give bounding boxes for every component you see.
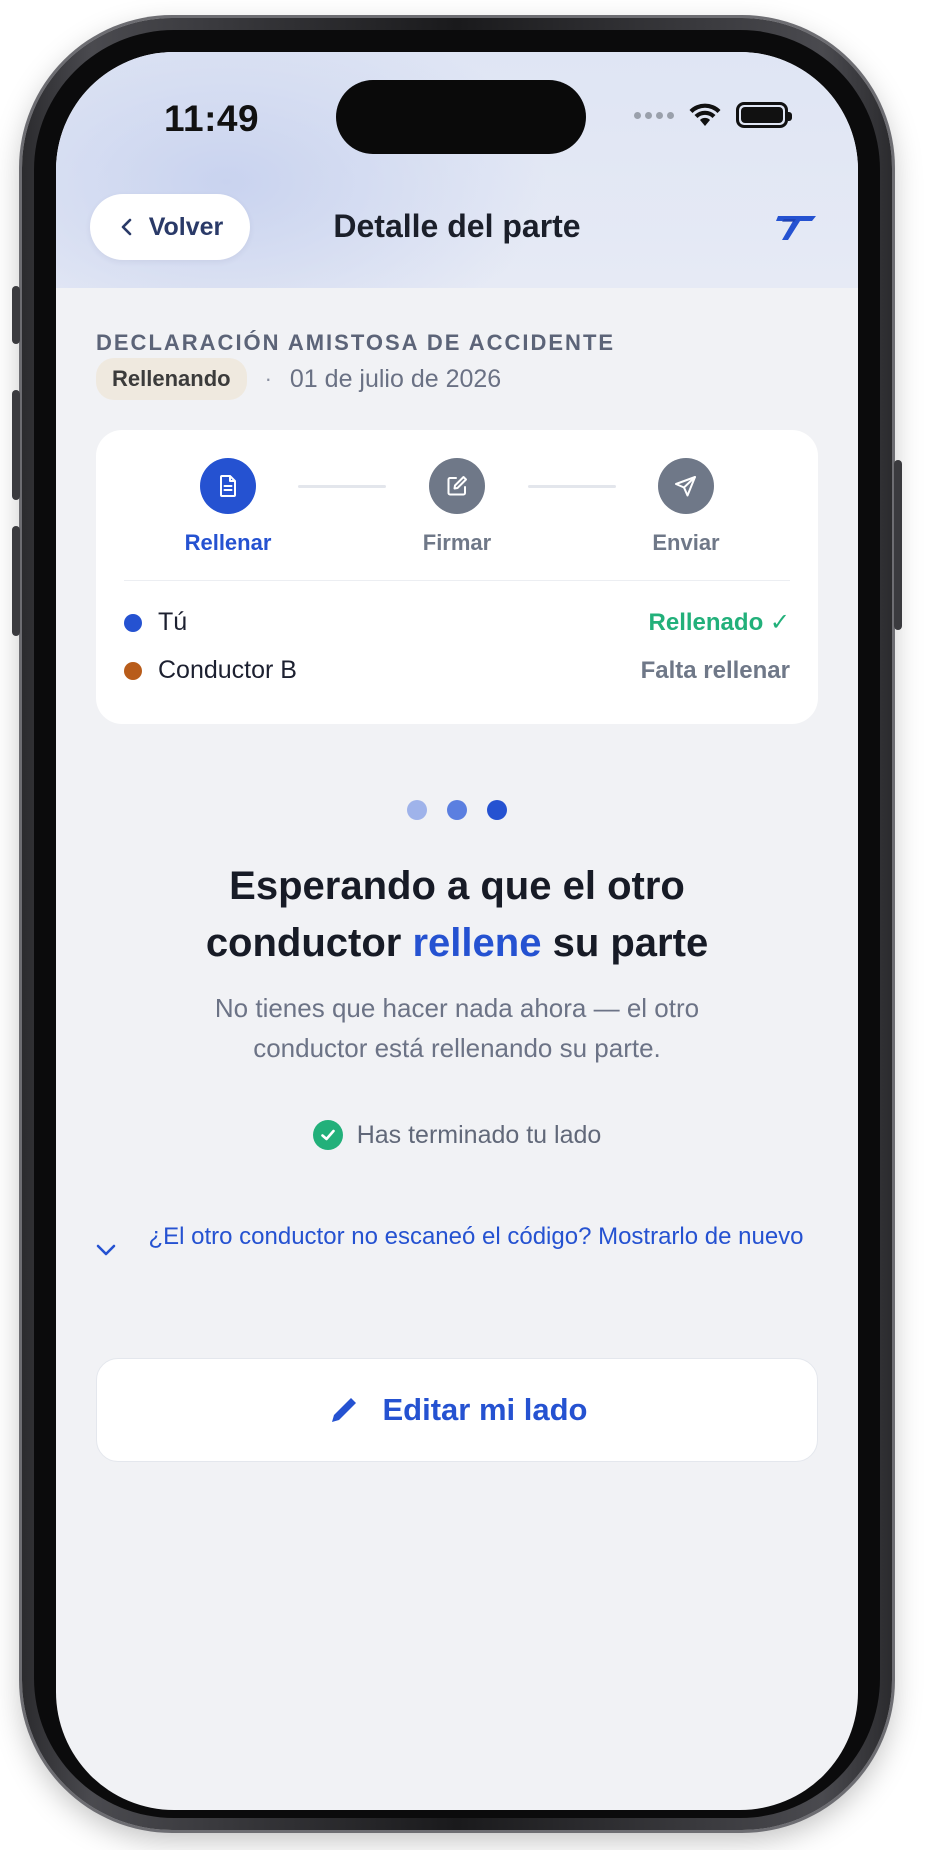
send-icon (675, 476, 696, 497)
step-connector-1 (298, 485, 386, 488)
progress-card: Rellenar Firmar Enviar Tú Rellenado ✓ Co… (96, 430, 818, 724)
step-firmar: Firmar (377, 458, 537, 556)
app-screen: 11:49 Volver Detalle del parte DECLARACI… (56, 52, 858, 1810)
edit-square-icon (447, 476, 467, 496)
show-code-again-link[interactable]: ¿El otro conductor no escaneó el código?… (92, 1222, 822, 1264)
headline-end: su parte (552, 921, 709, 965)
card-divider (124, 580, 790, 581)
step-enviar: Enviar (606, 458, 766, 556)
step-enviar-circle (658, 458, 714, 514)
step-enviar-label: Enviar (652, 530, 720, 555)
party-name: Tú (158, 608, 188, 636)
edit-my-side-button[interactable]: Editar mi lado (96, 1358, 818, 1462)
wifi-icon (689, 103, 721, 126)
document-icon (220, 475, 236, 497)
battery-icon (736, 102, 792, 128)
headline-word: conductor (205, 921, 402, 965)
party-status: Falta rellenar (640, 656, 790, 684)
step-firmar-label: Firmar (422, 530, 492, 555)
step-connector-2 (528, 485, 616, 488)
chevron-down-icon (96, 1244, 116, 1256)
step-rellenar-circle (200, 458, 256, 514)
pencil-icon (331, 1398, 356, 1422)
edit-my-side-label: Editar mi lado (382, 1392, 588, 1427)
dynamic-island (336, 80, 586, 154)
waiting-headline: Esperando a que el otro conductor rellen… (56, 858, 858, 972)
page-indicator (56, 800, 858, 820)
page-dot (487, 800, 507, 820)
party-name: Conductor B (158, 656, 297, 684)
completion-status: Has terminado tu lado (56, 1120, 858, 1150)
party-color-dot (124, 613, 142, 632)
waiting-subtext: No tienes que hacer nada ahora — el otro… (214, 993, 700, 1063)
side-button-power (894, 460, 902, 630)
headline-accent: rellene (412, 921, 542, 965)
step-rellenar-label: Rellenar (184, 530, 272, 555)
check-circle-icon (312, 1120, 343, 1150)
completion-text: Has terminado tu lado (356, 1120, 602, 1149)
document-type-label: DECLARACIÓN AMISTOSA DE ACCIDENTE (96, 330, 616, 355)
party-row-driver-b: Conductor B Falta rellenar (124, 656, 790, 685)
step-rellenar: Rellenar (148, 458, 308, 556)
status-icons (634, 102, 792, 128)
document-date: 01 de julio de 2026 (289, 364, 502, 393)
side-button-volume-down (12, 526, 20, 636)
show-code-again-text[interactable]: ¿El otro conductor no escaneó el código?… (130, 1222, 822, 1252)
brand-logo-icon (776, 216, 816, 240)
status-badge: Rellenando (96, 358, 247, 400)
party-row-you: Tú Rellenado ✓ (124, 608, 790, 637)
page-dot (407, 800, 427, 820)
page-dot (447, 800, 467, 820)
step-firmar-circle (429, 458, 485, 514)
party-color-dot (124, 661, 142, 680)
party-status: Rellenado ✓ (648, 609, 790, 636)
headline-line-1: Esperando a que el otro (229, 864, 685, 908)
meta-separator: · (264, 366, 272, 391)
document-meta: Rellenando · 01 de julio de 2026 (96, 358, 501, 400)
cellular-signal-icon (634, 111, 674, 119)
page-title: Detalle del parte (333, 208, 581, 244)
side-button-volume-up (12, 390, 20, 500)
status-time: 11:49 (164, 98, 260, 139)
side-button-action (12, 286, 20, 344)
